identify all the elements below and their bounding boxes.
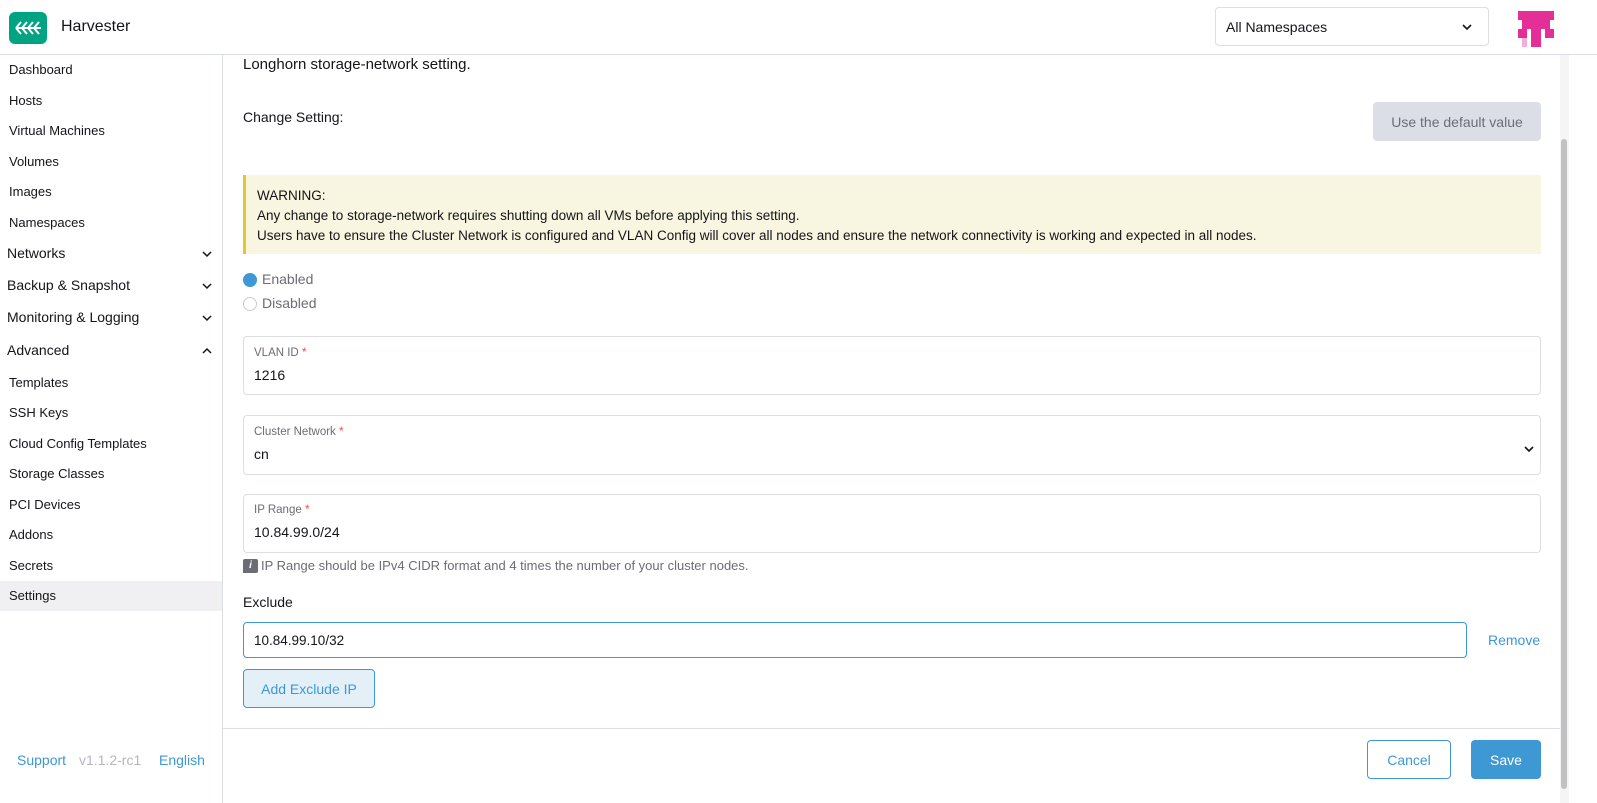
ip-range-field[interactable]: IP Range * 10.84.99.0/24 — [243, 494, 1541, 553]
sidebar-item-cloud-config-templates[interactable]: Cloud Config Templates — [0, 429, 222, 459]
sidebar-group-label: Advanced — [7, 342, 70, 358]
top-header: Harvester All Namespaces — [0, 0, 1597, 55]
sidebar-item-namespaces[interactable]: Namespaces — [0, 208, 222, 238]
sidebar-item-addons[interactable]: Addons — [0, 520, 222, 550]
chevron-down-icon — [202, 315, 212, 322]
field-label-text: IP Range — [254, 504, 302, 516]
sidebar-item-label: Dashboard — [9, 62, 73, 77]
sidebar-item-label: Virtual Machines — [9, 123, 105, 138]
sidebar-item-settings[interactable]: Settings — [0, 581, 222, 611]
required-mark: * — [304, 504, 310, 516]
change-setting-label: Change Setting: — [243, 109, 344, 125]
sidebar-item-label: Addons — [9, 527, 54, 542]
main-content: Longhorn storage-network setting. Change… — [223, 55, 1563, 803]
warning-line: Users have to ensure the Cluster Network… — [257, 228, 1257, 243]
sidebar-item-label: Images — [9, 184, 52, 199]
sidebar-item-label: Hosts — [9, 93, 43, 108]
warning-line: Any change to storage-network requires s… — [257, 208, 800, 223]
sidebar-group-label: Backup & Snapshot — [7, 277, 130, 293]
remove-exclude-link[interactable]: Remove — [1488, 632, 1540, 648]
warning-banner: WARNING: Any change to storage-network r… — [243, 175, 1541, 254]
scrollbar-thumb[interactable] — [1561, 139, 1567, 789]
sidebar-item-templates[interactable]: Templates — [0, 368, 222, 398]
sidebar-item-pci-devices[interactable]: PCI Devices — [0, 490, 222, 520]
info-icon: i — [243, 558, 258, 573]
exclude-ip-input[interactable] — [243, 622, 1467, 658]
sidebar-item-hosts[interactable]: Hosts — [0, 86, 222, 116]
ip-range-hint: i IP Range should be IPv4 CIDR format an… — [243, 558, 749, 573]
sidebar-group-label: Networks — [7, 245, 66, 261]
support-link[interactable]: Support — [17, 752, 66, 768]
cancel-button[interactable]: Cancel — [1367, 740, 1451, 779]
sidebar-item-label: PCI Devices — [9, 497, 81, 512]
sidebar-item-label: SSH Keys — [9, 405, 69, 420]
chevron-down-icon — [1524, 446, 1534, 453]
sidebar-group-networks[interactable]: Networks — [0, 239, 222, 269]
setting-description: Longhorn storage-network setting. — [243, 56, 471, 73]
warning-title: WARNING: — [257, 188, 326, 203]
vlan-id-value: 1216 — [254, 367, 286, 383]
required-mark: * — [301, 347, 307, 359]
sidebar-item-virtual-machines[interactable]: Virtual Machines — [0, 116, 222, 146]
sidebar-item-label: Namespaces — [9, 215, 85, 230]
radio-label: Disabled — [262, 295, 317, 311]
sidebar-item-label: Volumes — [9, 154, 59, 169]
chevron-down-icon — [1462, 24, 1472, 31]
namespace-select-value: All Namespaces — [1226, 19, 1328, 35]
radio-checked-indicator — [243, 273, 257, 287]
user-avatar[interactable] — [1518, 11, 1554, 47]
sidebar-item-ssh-keys[interactable]: SSH Keys — [0, 398, 222, 428]
hint-text: IP Range should be IPv4 CIDR format and … — [261, 558, 749, 573]
sidebar-item-label: Cloud Config Templates — [9, 436, 147, 451]
form-footer: Cancel Save — [223, 728, 1563, 803]
version-label: v1.1.2-rc1 — [79, 752, 142, 768]
sidebar-item-label: Templates — [9, 375, 69, 390]
cluster-network-value: cn — [254, 446, 269, 462]
field-label: VLAN ID * — [254, 347, 306, 359]
field-label: IP Range * — [254, 504, 309, 516]
namespace-select[interactable]: All Namespaces — [1215, 7, 1489, 46]
language-link[interactable]: English — [159, 752, 205, 768]
field-label-text: Cluster Network — [254, 426, 336, 438]
field-label-text: VLAN ID — [254, 347, 299, 359]
sidebar-group-backup-snapshot[interactable]: Backup & Snapshot — [0, 271, 222, 301]
chevron-down-icon — [202, 283, 212, 290]
sidebar-item-storage-classes[interactable]: Storage Classes — [0, 459, 222, 489]
sidebar-group-label: Monitoring & Logging — [7, 309, 140, 325]
vlan-id-field[interactable]: VLAN ID * 1216 — [243, 336, 1541, 395]
sidebar-item-label: Settings — [9, 588, 56, 603]
harvester-logo-icon — [15, 21, 41, 35]
chevron-up-icon — [202, 347, 212, 354]
sidebar-item-label: Storage Classes — [9, 466, 105, 481]
harvester-logo[interactable] — [9, 12, 47, 44]
sidebar-item-secrets[interactable]: Secrets — [0, 551, 222, 581]
sidebar-item-label: Secrets — [9, 558, 54, 573]
use-default-value-button[interactable]: Use the default value — [1373, 102, 1541, 141]
sidebar-group-advanced[interactable]: Advanced — [0, 336, 222, 366]
sidebar-item-volumes[interactable]: Volumes — [0, 147, 222, 177]
sidebar-item-dashboard[interactable]: Dashboard — [0, 55, 222, 85]
field-label: Cluster Network * — [254, 426, 344, 438]
sidebar-item-images[interactable]: Images — [0, 177, 222, 207]
sidebar-group-monitoring-logging[interactable]: Monitoring & Logging — [0, 303, 222, 333]
ip-range-value: 10.84.99.0/24 — [254, 524, 340, 540]
exclude-label: Exclude — [243, 594, 293, 610]
radio-label: Enabled — [262, 271, 314, 287]
cluster-network-select[interactable]: Cluster Network * cn — [243, 415, 1541, 475]
app-title: Harvester — [61, 18, 131, 35]
chevron-down-icon — [202, 251, 212, 258]
add-exclude-ip-button[interactable]: Add Exclude IP — [243, 669, 375, 708]
radio-unchecked-indicator — [243, 297, 257, 311]
save-button[interactable]: Save — [1471, 740, 1541, 779]
main-scrollbar[interactable] — [1560, 55, 1569, 803]
sidebar: Dashboard Hosts Virtual Machines Volumes… — [0, 55, 223, 803]
required-mark: * — [339, 426, 344, 438]
